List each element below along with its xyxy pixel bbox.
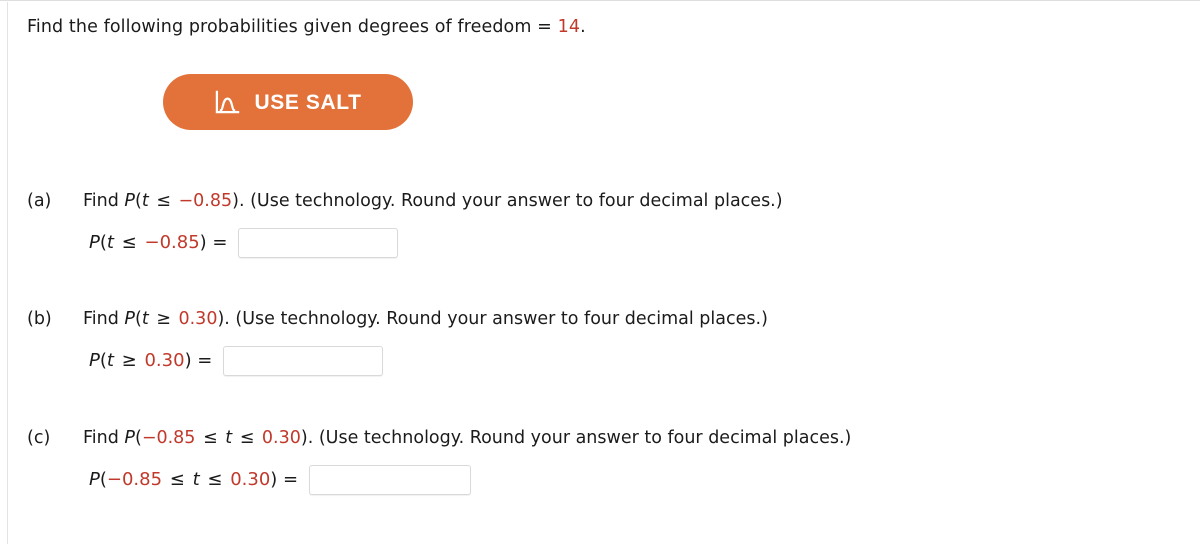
answer-a-close-equals: ) = <box>199 232 228 253</box>
question-a-text: (a) Find P(t ≤ −0.85). (Use technology. … <box>27 188 783 214</box>
part-a-find-word: Find <box>83 191 125 211</box>
part-c-open-paren: ( <box>134 428 142 448</box>
answer-b-label: P(t ≥ 0.30) = <box>89 349 212 373</box>
answer-c-open-paren: ( <box>99 469 107 490</box>
part-b-bound-value: 0.30 <box>178 309 218 329</box>
exercise-page: Find the following probabilities given d… <box>0 0 1200 544</box>
part-a-variable: t <box>141 191 149 211</box>
part-a-bound-value: −0.85 <box>178 191 233 211</box>
part-a-p-symbol: P <box>124 191 135 211</box>
part-b-relation: ≥ <box>150 309 177 329</box>
left-margin-rule <box>7 2 8 544</box>
answer-b-variable: t <box>106 350 114 371</box>
page-title: Find the following probabilities given d… <box>27 14 586 40</box>
answer-c-lower-bound-value: −0.85 <box>106 469 163 490</box>
part-a-instructions: . (Use technology. Round your answer to … <box>238 191 783 211</box>
part-c-instructions: . (Use technology. Round your answer to … <box>307 428 852 448</box>
answer-a-p-symbol: P <box>89 232 100 253</box>
part-b-variable: t <box>141 309 149 329</box>
prompt-period: . <box>580 17 586 37</box>
part-a-marker: (a) <box>27 191 52 211</box>
answer-b-close-equals: ) = <box>184 350 213 371</box>
answer-c-p-symbol: P <box>89 469 100 490</box>
part-c-marker: (c) <box>27 428 51 448</box>
part-a-open-paren: ( <box>134 191 142 211</box>
part-b-p-symbol: P <box>124 309 135 329</box>
answer-c-lower-relation: ≤ <box>164 469 191 490</box>
answer-c-variable: t <box>192 469 200 490</box>
answer-a-label: P(t ≤ −0.85) = <box>89 231 227 255</box>
answer-c-label: P(−0.85 ≤ t ≤ 0.30) = <box>89 468 298 492</box>
prompt-lead-text: Find the following probabilities given d… <box>27 17 558 37</box>
part-c-close-paren: ) <box>300 428 308 448</box>
question-c-text: (c) Find P(−0.85 ≤ t ≤ 0.30). (Use techn… <box>27 425 851 451</box>
part-a-relation: ≤ <box>150 191 177 211</box>
answer-a-relation: ≤ <box>115 232 143 253</box>
part-c-lower-bound-value: −0.85 <box>141 428 196 448</box>
part-b-marker: (b) <box>27 309 52 329</box>
part-c-lower-relation: ≤ <box>197 428 224 448</box>
answer-c-upper-relation: ≤ <box>201 469 229 490</box>
part-c-upper-bound-value: 0.30 <box>261 428 301 448</box>
answer-c-close-equals: ) = <box>270 469 299 490</box>
question-part-c: (c) Find P(−0.85 ≤ t ≤ 0.30). (Use techn… <box>27 425 851 495</box>
part-c-find-word: Find <box>83 428 125 448</box>
degrees-of-freedom-value: 14 <box>557 17 581 37</box>
question-part-a: (a) Find P(t ≤ −0.85). (Use technology. … <box>27 188 783 258</box>
part-a-statement: Find P(t ≤ −0.85). (Use technology. Roun… <box>83 188 783 214</box>
distribution-curve-icon <box>214 89 241 116</box>
use-salt-label: USE SALT <box>254 90 362 114</box>
part-c-statement: Find P(−0.85 ≤ t ≤ 0.30). (Use technolog… <box>83 425 851 451</box>
answer-a-variable: t <box>106 232 114 253</box>
answer-input-a[interactable] <box>238 228 399 258</box>
part-a-close-paren: ) <box>232 191 239 211</box>
answer-row-a: P(t ≤ −0.85) = <box>27 228 783 258</box>
answer-b-bound-value: 0.30 <box>144 350 185 371</box>
question-b-text: (b) Find P(t ≥ 0.30). (Use technology. R… <box>27 306 768 332</box>
answer-input-b[interactable] <box>223 346 384 376</box>
part-c-p-symbol: P <box>124 428 135 448</box>
answer-c-upper-bound-value: 0.30 <box>230 469 271 490</box>
part-c-upper-relation: ≤ <box>234 428 260 448</box>
answer-row-b: P(t ≥ 0.30) = <box>27 346 768 376</box>
part-b-open-paren: ( <box>134 309 142 329</box>
part-b-instructions: . (Use technology. Round your answer to … <box>224 309 768 329</box>
question-part-b: (b) Find P(t ≥ 0.30). (Use technology. R… <box>27 306 768 376</box>
use-salt-button[interactable]: USE SALT <box>163 74 413 130</box>
answer-input-c[interactable] <box>309 465 472 495</box>
part-b-statement: Find P(t ≥ 0.30). (Use technology. Round… <box>83 306 768 332</box>
answer-b-open-paren: ( <box>99 350 107 371</box>
part-b-find-word: Find <box>83 309 125 329</box>
answer-b-p-symbol: P <box>89 350 100 371</box>
answer-b-relation: ≥ <box>115 350 143 371</box>
answer-a-open-paren: ( <box>99 232 107 253</box>
answer-a-bound-value: −0.85 <box>144 232 200 253</box>
answer-row-c: P(−0.85 ≤ t ≤ 0.30) = <box>27 465 851 495</box>
